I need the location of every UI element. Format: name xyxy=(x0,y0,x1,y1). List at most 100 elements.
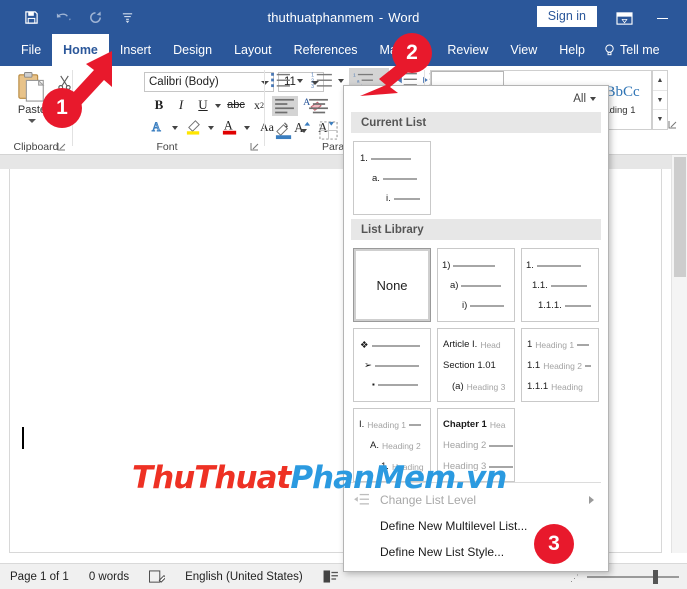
list-preview-numbered-headings[interactable]: 1 Heading 1 1.1 Heading 2 1.1.1 Heading xyxy=(521,328,599,402)
tab-review[interactable]: Review xyxy=(436,34,499,66)
multilevel-list-chevron-down-icon[interactable] xyxy=(379,78,386,82)
center-button[interactable] xyxy=(306,96,332,116)
level-sub: Heading 1 xyxy=(367,419,407,430)
sign-in-button[interactable]: Sign in xyxy=(536,6,597,27)
level-3: i) xyxy=(462,300,505,311)
styles-more-icon[interactable]: ▼ xyxy=(653,110,667,129)
level-marker: 1. xyxy=(360,153,368,164)
level-1: I. Heading 1 xyxy=(359,419,422,430)
level-2: ➢ xyxy=(364,360,419,371)
styles-scroll-up-icon[interactable]: ▲ xyxy=(653,71,667,91)
svg-text:A: A xyxy=(151,120,160,134)
zoom-slider[interactable] xyxy=(587,570,679,584)
text-highlight-button[interactable] xyxy=(184,118,204,136)
customize-qat-icon[interactable] xyxy=(116,6,138,28)
font-name-combo[interactable]: Calibri (Body) xyxy=(144,72,274,92)
list-preview-article-section[interactable]: Article I. Head Section 1.01 (a) Heading 3 xyxy=(437,328,515,402)
level-3: ▪ xyxy=(372,380,418,389)
font-color-button[interactable]: A xyxy=(220,116,240,136)
underline-chevron-down-icon[interactable] xyxy=(213,101,223,111)
level-2: 1.1 Heading 2 xyxy=(527,360,591,371)
tab-help[interactable]: Help xyxy=(548,34,596,66)
list-filter-all[interactable]: All xyxy=(573,93,596,105)
list-preview-bullets[interactable]: ❖ ➢ ▪ xyxy=(353,328,431,402)
shading-button[interactable] xyxy=(272,120,296,140)
underline-button[interactable]: U xyxy=(194,96,212,114)
level-sub: Head xyxy=(480,339,501,350)
tab-layout[interactable]: Layout xyxy=(223,34,283,66)
app-name: Word xyxy=(388,9,420,25)
bullets-button[interactable] xyxy=(270,71,292,89)
italic-button[interactable]: I xyxy=(172,96,190,114)
vertical-scrollbar[interactable] xyxy=(671,155,687,553)
tab-file[interactable]: File xyxy=(10,34,52,66)
list-preview-roman-headings[interactable]: I. Heading 1 A. Heading 2 1. Heading xyxy=(353,408,431,482)
ribbon-display-options-icon[interactable] xyxy=(613,8,635,28)
tab-references[interactable]: References xyxy=(283,34,369,66)
list-preview-chapter[interactable]: Chapter 1 Hea Heading 2 Heading 3 xyxy=(437,408,515,482)
zoom-slider-thumb[interactable] xyxy=(653,570,658,584)
tell-me-box[interactable]: Tell me xyxy=(596,34,668,66)
list-preview-paren[interactable]: 1) a) i) xyxy=(437,248,515,322)
font-color-chevron-down-icon[interactable] xyxy=(242,123,252,133)
level-marker: 1.1.1. xyxy=(538,300,562,311)
highlight-chevron-down-icon[interactable] xyxy=(206,123,216,133)
level-sub: Heading 3 xyxy=(466,381,506,392)
level-sub: Hea xyxy=(489,419,506,430)
list-filter-chevron-down-icon[interactable] xyxy=(590,97,596,101)
level-1: Chapter 1 Hea xyxy=(443,419,505,430)
change-list-level-label: Change List Level xyxy=(380,493,477,507)
subscript-button[interactable]: x2 xyxy=(250,96,268,114)
list-preview-current[interactable]: 1. a. i. xyxy=(353,141,431,215)
save-icon[interactable] xyxy=(20,6,42,28)
word-window: thuthuatphanmem - Word Sign in File Home… xyxy=(0,0,687,589)
command-separator xyxy=(351,482,601,483)
text-effects-button[interactable]: A xyxy=(148,118,168,136)
level-marker: 1.1.1 xyxy=(527,381,549,392)
scrollbar-thumb[interactable] xyxy=(674,157,686,277)
level-marker: a. xyxy=(372,173,380,184)
word-count[interactable]: 0 words xyxy=(79,571,139,583)
svg-text:1: 1 xyxy=(353,73,356,78)
language-indicator[interactable]: English (United States) xyxy=(175,571,313,583)
list-preview-decimal[interactable]: 1. 1.1. 1.1.1. xyxy=(521,248,599,322)
minimize-button[interactable] xyxy=(649,8,675,28)
document-name: thuthuatphanmem xyxy=(267,9,374,25)
level-sub: Heading xyxy=(391,461,424,472)
redo-icon[interactable] xyxy=(84,6,106,28)
text-effects-chevron-down-icon[interactable] xyxy=(170,123,180,133)
clipboard-dialog-launcher[interactable] xyxy=(57,142,67,152)
change-list-level-item[interactable]: Change List Level xyxy=(344,487,608,513)
shading-chevron-down-icon[interactable] xyxy=(299,126,309,136)
paste-icon xyxy=(18,72,45,102)
styles-gallery-scroll[interactable]: ▲ ▼ ▼ xyxy=(652,70,668,130)
list-preview-none[interactable]: None xyxy=(353,248,431,322)
numbering-button[interactable]: 123 xyxy=(310,71,334,89)
align-left-button[interactable] xyxy=(272,96,298,116)
tab-home[interactable]: Home xyxy=(52,34,109,66)
proofing-icon[interactable] xyxy=(139,569,175,584)
level-sub: Heading 3 xyxy=(443,461,487,472)
resize-grip[interactable]: ⋰ xyxy=(570,573,579,584)
level-sub: Heading 2 xyxy=(381,440,421,451)
level-marker: a) xyxy=(450,280,459,291)
page-indicator[interactable]: Page 1 of 1 xyxy=(0,571,79,583)
borders-button[interactable] xyxy=(316,120,340,140)
tab-view[interactable]: View xyxy=(499,34,548,66)
bullets-chevron-down-icon[interactable] xyxy=(295,76,305,86)
undo-icon[interactable] xyxy=(52,6,74,28)
level-3: i. xyxy=(386,193,420,204)
level-3: Heading 3 xyxy=(443,461,514,472)
tab-insert[interactable]: Insert xyxy=(109,34,162,66)
list-filter-label: All xyxy=(573,93,586,105)
level-2: 1.1. xyxy=(532,280,587,291)
strikethrough-button[interactable]: abc xyxy=(225,96,247,114)
tab-design[interactable]: Design xyxy=(162,34,223,66)
level-marker: 1.1 xyxy=(527,360,541,371)
level-2: Heading 2 xyxy=(443,440,514,451)
styles-dialog-launcher[interactable] xyxy=(668,120,678,130)
styles-scroll-down-icon[interactable]: ▼ xyxy=(653,91,667,111)
define-new-list-style-label: Define New List Style... xyxy=(380,545,505,559)
bold-button[interactable]: B xyxy=(150,96,168,114)
paste-chevron-down-icon[interactable] xyxy=(28,119,36,123)
